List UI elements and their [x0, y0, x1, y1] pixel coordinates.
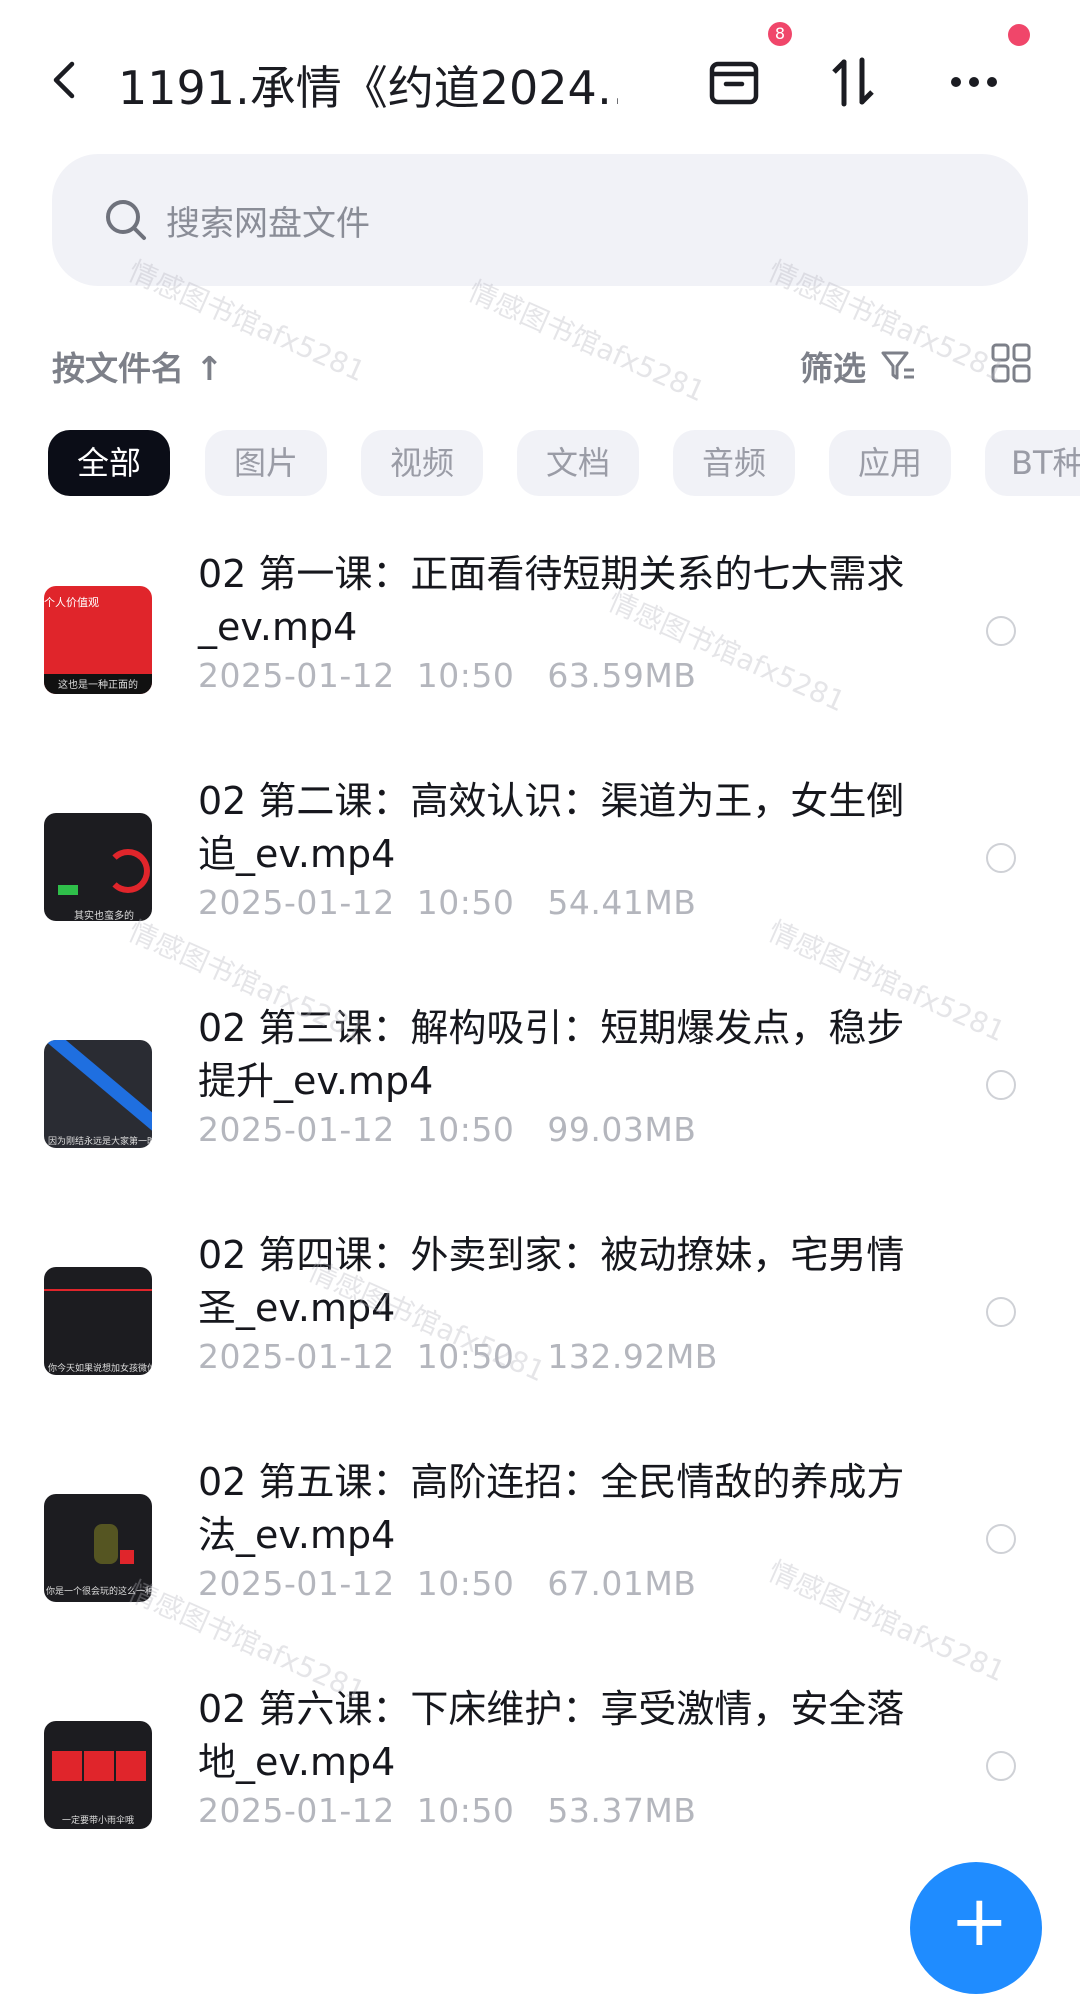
sort-label: 按文件名 [52, 349, 184, 388]
search-input[interactable]: 搜索网盘文件 [166, 196, 370, 245]
file-row[interactable]: 因为刚结永远是大家第一时 02 第三课：解构吸引：短期爆发点，稳步提升_ev.m… [0, 1002, 1080, 1228]
file-size: 53.37MB [547, 1791, 697, 1830]
search-icon [106, 200, 146, 240]
file-name: 02 第四课：外卖到家：被动撩妹，宅男情圣_ev.mp4 [198, 1233, 905, 1330]
select-radio[interactable] [986, 1751, 1016, 1781]
video-thumbnail: 你是一个很会玩的这么一种人 [44, 1494, 152, 1602]
file-meta: 2025-01-12 10:50 53.37MB [198, 1791, 696, 1830]
more-options-icon[interactable] [944, 52, 1004, 112]
file-time: 10:50 [416, 1337, 515, 1376]
file-name: 02 第二课：高效认识：渠道为王，女生倒追_ev.mp4 [198, 779, 905, 876]
thumbnail-caption-top: 个人价值观 [44, 596, 99, 609]
sort-swap-icon[interactable] [824, 52, 884, 112]
chip-audio[interactable]: 音频 [673, 430, 795, 496]
search-bar[interactable]: 搜索网盘文件 [52, 154, 1028, 286]
file-meta: 2025-01-12 10:50 67.01MB [198, 1564, 696, 1603]
file-name: 02 第三课：解构吸引：短期爆发点，稳步提升_ev.mp4 [198, 1006, 905, 1103]
sort-by-name[interactable]: 按文件名 ↑ [52, 342, 223, 390]
file-date: 2025-01-12 [198, 1337, 395, 1376]
file-date: 2025-01-12 [198, 883, 395, 922]
file-time: 10:50 [416, 1110, 515, 1149]
filter-label[interactable]: 筛选 [800, 342, 866, 390]
video-thumbnail: 一定要带小雨伞哦 [44, 1721, 152, 1829]
top-bar: 1191.承情《约道2024… 8 [0, 0, 1080, 150]
chip-bt[interactable]: BT种 [985, 430, 1080, 496]
select-radio[interactable] [986, 1524, 1016, 1554]
back-arrow-icon[interactable] [44, 58, 88, 102]
video-thumbnail: 你今天如果说想加女孩微信 [44, 1267, 152, 1375]
chip-images[interactable]: 图片 [205, 430, 327, 496]
file-time: 10:50 [416, 883, 515, 922]
thumbnail-caption: 你今天如果说想加女孩微信 [48, 1364, 152, 1374]
file-size: 67.01MB [547, 1564, 697, 1603]
video-thumbnail: 因为刚结永远是大家第一时 [44, 1040, 152, 1148]
archive-box-icon[interactable] [704, 52, 764, 112]
file-name: 02 第六课：下床维护：享受激情，安全落地_ev.mp4 [198, 1687, 905, 1784]
file-time: 10:50 [416, 656, 515, 695]
notification-dot: 8 [768, 22, 792, 46]
plus-icon: + [950, 1880, 1009, 1962]
select-radio[interactable] [986, 1070, 1016, 1100]
more-notification-dot [1008, 24, 1030, 46]
file-row[interactable]: 个人价值观 这也是一种正面的 02 第一课：正面看待短期关系的七大需求_ev.m… [0, 548, 1080, 774]
file-time: 10:50 [416, 1564, 515, 1603]
file-size: 132.92MB [547, 1337, 718, 1376]
file-size: 54.41MB [547, 883, 697, 922]
grid-view-icon[interactable] [990, 342, 1032, 384]
add-fab-button[interactable]: + [910, 1862, 1042, 1994]
sort-arrow-icon: ↑ [195, 349, 224, 388]
folder-title: 1191.承情《约道2024… [118, 61, 618, 115]
file-row[interactable]: 一定要带小雨伞哦 02 第六课：下床维护：享受激情，安全落地_ev.mp4 20… [0, 1683, 1080, 1909]
category-chips: 全部 图片 视频 文档 音频 应用 BT种 [48, 430, 1080, 500]
watermark: 情感图书馆afx5281 [463, 274, 710, 409]
file-size: 63.59MB [547, 656, 697, 695]
select-radio[interactable] [986, 843, 1016, 873]
file-date: 2025-01-12 [198, 1110, 395, 1149]
file-meta: 2025-01-12 10:50 132.92MB [198, 1337, 718, 1376]
thumbnail-caption: 因为刚结永远是大家第一时 [48, 1137, 152, 1147]
file-size: 99.03MB [547, 1110, 697, 1149]
file-date: 2025-01-12 [198, 656, 395, 695]
file-row[interactable]: 其实也蛮多的 02 第二课：高效认识：渠道为王，女生倒追_ev.mp4 2025… [0, 775, 1080, 1001]
filter-funnel-icon[interactable] [880, 348, 916, 384]
chip-apps[interactable]: 应用 [829, 430, 951, 496]
thumbnail-caption: 其实也蛮多的 [74, 911, 134, 921]
thumbnail-caption: 这也是一种正面的 [58, 680, 138, 691]
file-time: 10:50 [416, 1791, 515, 1830]
chip-all[interactable]: 全部 [48, 430, 170, 496]
thumbnail-caption: 你是一个很会玩的这么一种人 [46, 1587, 152, 1597]
thumbnail-caption: 一定要带小雨伞哦 [62, 1816, 135, 1826]
select-radio[interactable] [986, 616, 1016, 646]
select-radio[interactable] [986, 1297, 1016, 1327]
file-meta: 2025-01-12 10:50 54.41MB [198, 883, 696, 922]
file-meta: 2025-01-12 10:50 99.03MB [198, 1110, 696, 1149]
video-thumbnail: 其实也蛮多的 [44, 813, 152, 921]
video-thumbnail: 个人价值观 这也是一种正面的 [44, 586, 152, 694]
file-date: 2025-01-12 [198, 1564, 395, 1603]
file-date: 2025-01-12 [198, 1791, 395, 1830]
file-name: 02 第一课：正面看待短期关系的七大需求_ev.mp4 [198, 552, 905, 649]
file-row[interactable]: 你今天如果说想加女孩微信 02 第四课：外卖到家：被动撩妹，宅男情圣_ev.mp… [0, 1229, 1080, 1455]
chip-documents[interactable]: 文档 [517, 430, 639, 496]
chip-videos[interactable]: 视频 [361, 430, 483, 496]
file-row[interactable]: 你是一个很会玩的这么一种人 02 第五课：高阶连招：全民情敌的养成方法_ev.m… [0, 1456, 1080, 1682]
file-name: 02 第五课：高阶连招：全民情敌的养成方法_ev.mp4 [198, 1460, 905, 1557]
file-meta: 2025-01-12 10:50 63.59MB [198, 656, 696, 695]
